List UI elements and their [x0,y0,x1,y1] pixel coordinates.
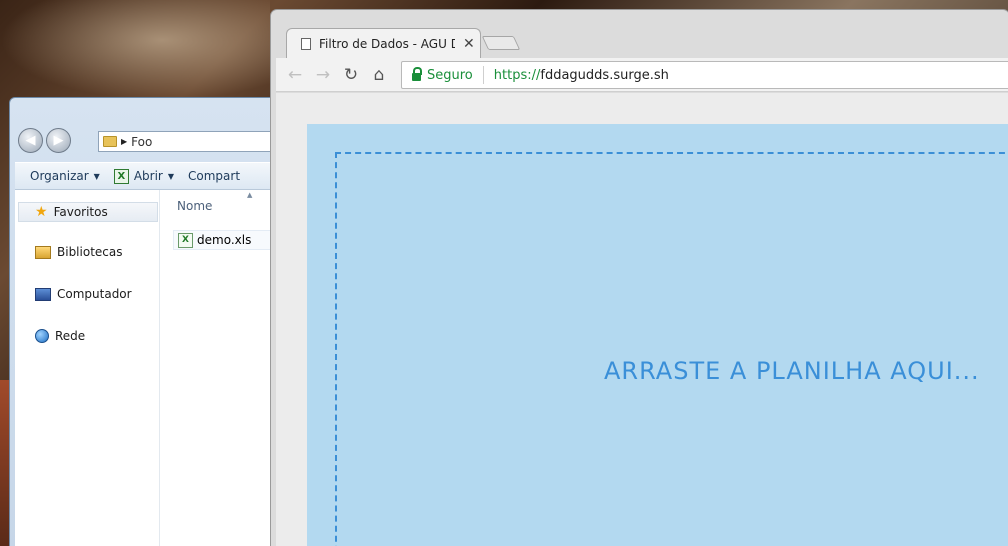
browser-window: Filtro de Dados - AGU Do ✕ ← → ↻ ⌂ Segur… [270,9,1008,546]
url-text[interactable]: https://fddagudds.surge.sh [494,68,669,83]
lock-icon [412,66,422,81]
url-host: fddagudds.surge.sh [540,67,669,83]
share-button[interactable]: Compart [188,169,240,183]
file-name: demo.xls [197,233,252,247]
sidebar-item-label: Computador [57,287,132,301]
back-arrow-icon[interactable]: ← [284,64,306,86]
breadcrumb-foo[interactable]: Foo [131,135,152,149]
column-header-label: Nome [177,199,213,213]
forward-arrow-icon[interactable]: → [312,64,334,86]
share-label: Compart [188,169,241,183]
sidebar-item-label: Rede [55,329,86,343]
explorer-toolbar: Organizar ▼ X Abrir ▼ Compart [15,162,285,190]
sidebar-item-network[interactable]: Rede [35,329,85,343]
secure-label[interactable]: Seguro [427,68,473,83]
sidebar-item-label: Bibliotecas [57,245,123,259]
sidebar-item-libraries[interactable]: Bibliotecas [35,245,122,259]
explorer-body: ★ Favoritos Bibliotecas Computador Rede … [15,190,285,546]
star-icon: ★ [35,204,48,220]
tab-title: Filtro de Dados - AGU Do [319,36,455,51]
drop-zone-label: ARRASTE A PLANILHA AQUI... [604,357,980,385]
chevron-down-icon: ▼ [93,171,100,181]
excel-icon: X [113,168,129,184]
breadcrumb-arrow-icon: ▶ [121,137,128,146]
open-label: Abrir [133,169,163,183]
computer-icon [35,287,51,301]
explorer-navigation: ◀ ▶ ▶ Foo [18,128,288,154]
column-header-name[interactable]: Nome [177,199,212,213]
network-icon [35,329,49,343]
home-icon[interactable]: ⌂ [368,64,390,86]
browser-tab[interactable]: Filtro de Dados - AGU Do ✕ [286,28,481,58]
organize-label: Organizar [30,169,89,183]
sidebar-item-computer[interactable]: Computador [35,287,132,301]
back-button[interactable]: ◀ [18,128,43,153]
new-tab-button[interactable] [481,36,521,50]
browser-toolbar: ← → ↻ ⌂ Seguro https://fddagudds.surge.s… [276,58,1008,92]
navigation-pane: ★ Favoritos Bibliotecas Computador Rede [15,190,160,546]
forward-button[interactable]: ▶ [46,128,71,153]
folder-icon [103,136,117,147]
file-explorer-window: ◀ ▶ ▶ Foo Organizar ▼ X Abrir ▼ Compart … [9,97,288,546]
address-bar[interactable]: ▶ Foo [98,131,288,152]
sort-arrow-icon: ▲ [247,191,253,199]
organize-button[interactable]: Organizar ▼ [30,169,100,183]
chevron-down-icon: ▼ [167,171,175,181]
url-scheme: https:// [493,67,541,83]
excel-file-icon: X [178,232,193,248]
file-list: Nome ▲ X demo.xls [161,190,285,546]
desktop-wallpaper [0,0,270,100]
divider [482,66,484,84]
sidebar-item-favorites[interactable]: ★ Favoritos [18,202,158,222]
open-button[interactable]: X Abrir ▼ [113,168,175,184]
sidebar-item-label: Favoritos [53,205,108,219]
url-bar[interactable]: Seguro https://fddagudds.surge.sh [401,61,1008,89]
page-content: ARRASTE A PLANILHA AQUI... [276,93,1008,546]
page-icon [301,37,311,50]
reload-icon[interactable]: ↻ [340,64,362,86]
close-icon[interactable]: ✕ [463,36,475,52]
drop-zone[interactable]: ARRASTE A PLANILHA AQUI... [307,124,1008,546]
library-icon [35,245,51,259]
drop-zone-border [335,152,1008,546]
list-item[interactable]: X demo.xls [173,230,283,250]
